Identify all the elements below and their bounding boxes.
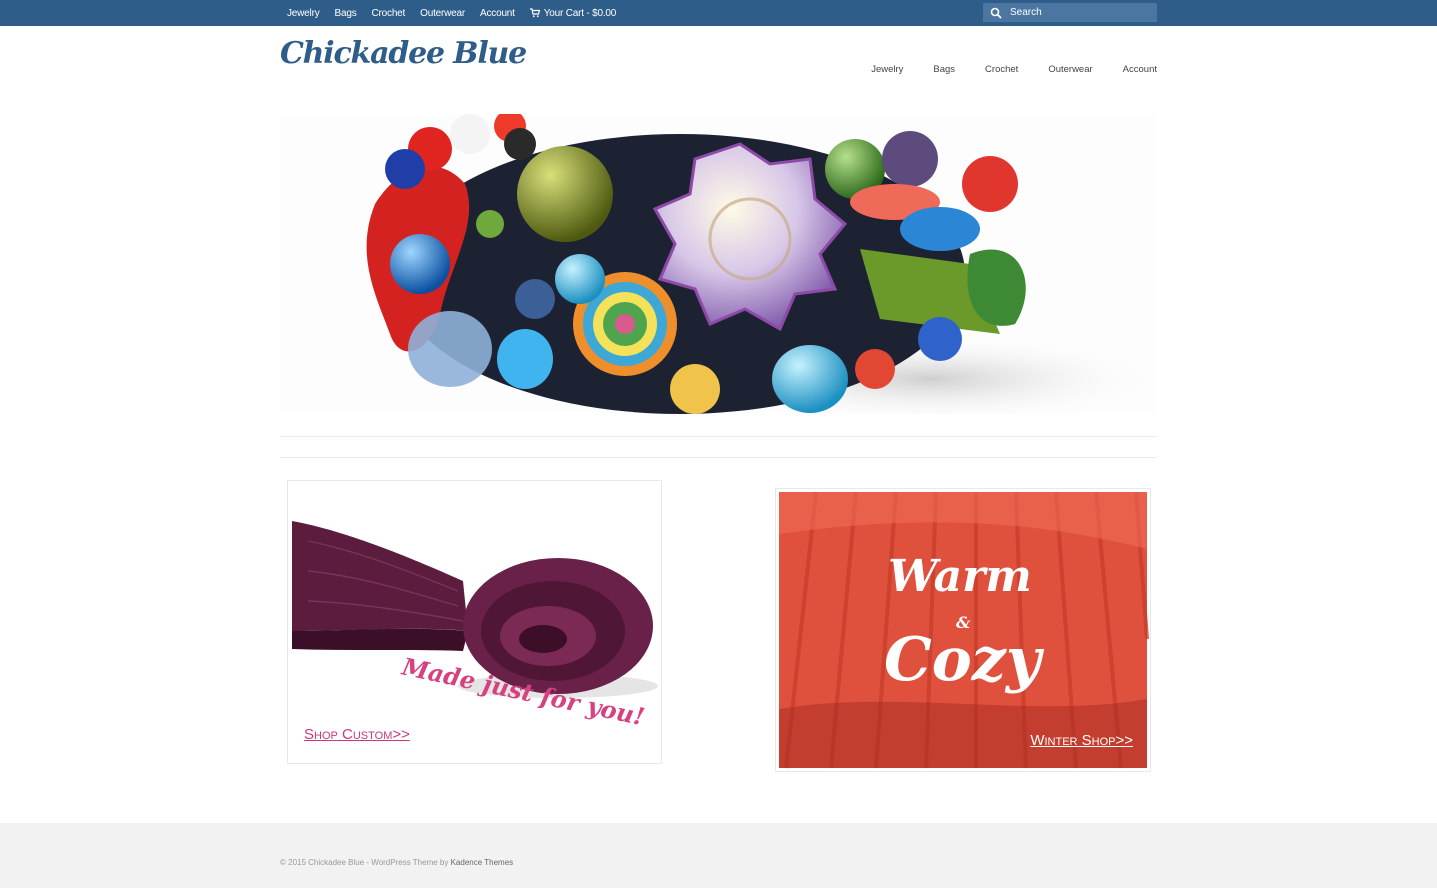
cart-icon [529, 8, 540, 18]
main-nav-outerwear[interactable]: Outerwear [1048, 64, 1092, 75]
winter-shop-link[interactable]: Winter Shop>> [1030, 732, 1133, 749]
cart-label: Your Cart - $0.00 [543, 7, 617, 19]
hero-beads-image [280, 114, 1157, 414]
promo-title-cozy: Cozy [884, 625, 1041, 695]
site-footer: © 2015 Chickadee Blue - WordPress Theme … [0, 823, 1437, 888]
divider-top [280, 436, 1157, 437]
beads-illustration [366, 114, 1157, 414]
search-icon[interactable] [990, 7, 1002, 19]
main-nav-account[interactable]: Account [1123, 64, 1157, 75]
divider-bottom [280, 457, 1157, 458]
cart-link[interactable]: Your Cart - $0.00 [529, 7, 617, 19]
main-nav: Jewelry Bags Crochet Outerwear Account [841, 64, 1157, 75]
top-nav-bags[interactable]: Bags [335, 8, 357, 19]
search-input[interactable] [1010, 7, 1150, 18]
site-logo[interactable]: Chickadee Blue [280, 36, 527, 71]
footer-copyright: © 2015 Chickadee Blue - WordPress Theme … [280, 858, 513, 867]
top-nav-account[interactable]: Account [480, 8, 515, 19]
top-nav-outerwear[interactable]: Outerwear [420, 8, 465, 19]
top-nav-crochet[interactable]: Crochet [372, 8, 406, 19]
promo-winter-shop[interactable]: Warm & Cozy Winter Shop>> [775, 488, 1151, 772]
top-nav-jewelry[interactable]: Jewelry [287, 8, 320, 19]
promo-title-warm: Warm [888, 551, 1032, 602]
main-nav-jewelry[interactable]: Jewelry [871, 64, 903, 75]
top-bar: Jewelry Bags Crochet Outerwear Account Y… [0, 0, 1437, 26]
top-nav: Jewelry Bags Crochet Outerwear Account Y… [287, 0, 631, 26]
promo-shop-custom[interactable]: Made just for you! Shop Custom>> [287, 480, 662, 764]
search-box [983, 3, 1157, 22]
main-nav-bags[interactable]: Bags [933, 64, 955, 75]
shop-custom-link[interactable]: Shop Custom>> [304, 726, 410, 743]
main-nav-crochet[interactable]: Crochet [985, 64, 1018, 75]
copyright-text: © 2015 Chickadee Blue - WordPress Theme … [280, 858, 451, 867]
kadence-themes-link[interactable]: Kadence Themes [451, 858, 514, 867]
